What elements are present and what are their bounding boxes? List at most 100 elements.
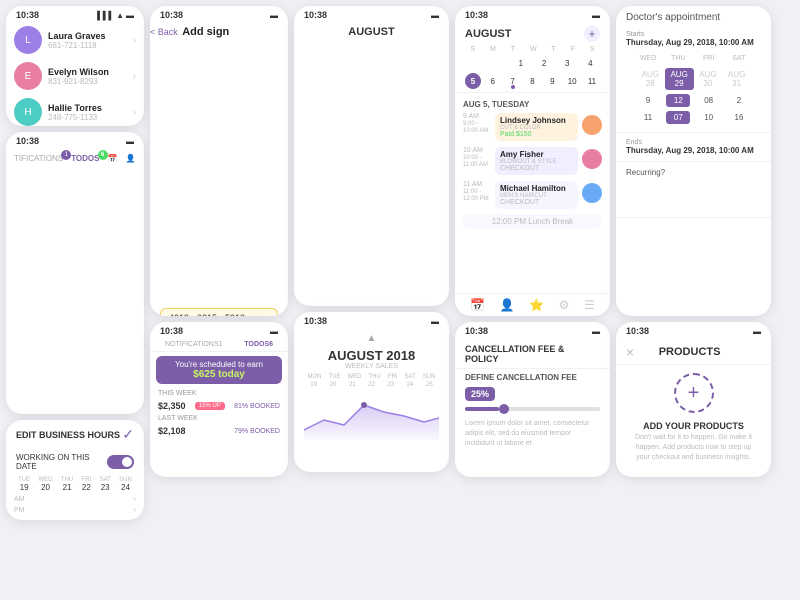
nav-menu-icon[interactable]: ☰: [584, 298, 595, 312]
day-thu: THU: [369, 374, 381, 380]
mini-cal-header: S M T W T F S: [463, 46, 602, 53]
status-bar: 10:38 ▬: [616, 322, 771, 338]
fee-slider[interactable]: [465, 407, 600, 411]
day-wed: WED: [348, 374, 362, 380]
checkout-status: CHECKOUT: [500, 199, 573, 206]
add-sign-title: Add sign: [182, 26, 229, 38]
status-time: 10:38: [160, 326, 183, 336]
cal-day-selected[interactable]: 5: [465, 73, 481, 89]
cal-label: WED20: [39, 477, 53, 492]
slot-time: 10 AM10:00 - 11:00 AM: [463, 147, 491, 168]
col-header-wed: WED: [636, 53, 660, 64]
wifi-icon: ▲: [116, 11, 124, 20]
cal-day: 3: [559, 55, 575, 71]
cal-cell[interactable]: 11: [636, 111, 660, 124]
client-name: Amy Fisher: [500, 150, 573, 159]
chevron-down-icon[interactable]: ›: [134, 496, 136, 503]
day-s: S: [470, 46, 475, 53]
status-time: 10:38: [465, 10, 488, 20]
notifications-card: 10:38 ▬ TIFICATIONS 1 TODOS 6 📅 👤 ☰ TUE2…: [6, 132, 144, 414]
battery-icon: ▬: [270, 11, 278, 20]
cal-day: 2: [536, 55, 552, 71]
contact-item[interactable]: E Evelyn Wilson 831-921-8293 ›: [6, 58, 144, 94]
slot-card: Amy Fisher BLOWOUT & STYLE CHECKOUT: [495, 147, 578, 175]
last-booking-row: $2,108 79% BOOKED: [150, 424, 288, 438]
day-sat: SAT: [405, 374, 416, 380]
chart-month: AUGUST 2018: [304, 348, 439, 363]
appointment-slot: 10 AM10:00 - 11:00 AM Amy Fisher BLOWOUT…: [455, 145, 610, 177]
ends-value: Thursday, Aug 29, 2018, 10:00 AM: [626, 146, 761, 155]
day-mon: MON: [308, 374, 322, 380]
cal-cell-selected[interactable]: 12: [666, 94, 690, 107]
slider-thumb[interactable]: [499, 404, 509, 414]
nav-person-icon[interactable]: 👤: [500, 298, 515, 312]
date-23: 23: [387, 382, 394, 388]
day-fri: FRI: [388, 374, 398, 380]
status-bar: 10:38 ▬: [294, 6, 449, 22]
tab-todos[interactable]: TODOS 6: [67, 152, 103, 414]
cal-day: 10: [564, 73, 580, 89]
cal-cell[interactable]: 9: [636, 94, 660, 107]
lunch-break: 12:00 PM Lunch Break: [463, 214, 602, 229]
cal-day: 8: [524, 73, 540, 89]
chart-container: ▲ AUGUST 2018 WEEKLY SALES MON TUE WED T…: [294, 328, 449, 440]
contact-info: Hallie Torres 248-775-1133: [48, 103, 127, 122]
plus-icon: +: [688, 382, 700, 405]
cal-cell[interactable]: 2: [727, 94, 751, 107]
biz-check-icon[interactable]: ✓: [122, 426, 134, 443]
status-time: 10:38: [16, 10, 39, 20]
cal-cell[interactable]: 10: [697, 111, 721, 124]
back-button[interactable]: < Back: [150, 27, 178, 37]
add-appointment-button[interactable]: +: [584, 26, 600, 42]
cal-day: [467, 55, 483, 71]
biz-hours-title: EDIT BUSINESS HOURS: [16, 430, 120, 440]
apt-title: Doctor's appointment: [616, 6, 771, 27]
tab-settings[interactable]: ☰: [139, 152, 144, 414]
august-calendar-card: 10:38 ▬ AUGUST + S M T W T F S 1 2 3: [455, 6, 610, 316]
client-name: Michael Hamilton: [500, 184, 573, 193]
cal-grid-row1: AUG 28 AUG 29 AUG 30 AUG 31: [626, 66, 761, 92]
nav-star-icon[interactable]: ⭐: [529, 298, 544, 312]
chevron-down-icon[interactable]: ›: [134, 507, 136, 514]
contacts-card: 10:38 ▌▌▌ ▲ ▬ L Laura Graves 681-721-111…: [6, 6, 144, 126]
day-m: M: [490, 46, 496, 53]
cal-grid-row3: 11 07 10 16: [626, 109, 761, 126]
starts-section: Starts Thursday, Aug 29, 2018, 10:00 AM: [626, 31, 761, 47]
nav-calendar-icon[interactable]: 📅: [470, 298, 485, 312]
cancellation-fee-card: 10:38 ▬ CANCELLATION FEE & POLICY DEFINE…: [455, 322, 610, 477]
tab-notifications[interactable]: NOTIFICATIONS1: [165, 341, 222, 348]
day-t: T: [511, 46, 515, 53]
cal-cell-selected[interactable]: 07: [666, 111, 690, 124]
cal-label: FRI22: [82, 477, 92, 492]
mini-calendar-row: TUE19 WED20 THU21 FRI22 SAT23 SUN24: [6, 475, 144, 494]
col-header-fri: FRI: [697, 53, 721, 64]
cal-cell-aug31: AUG 31: [722, 68, 751, 90]
last-week-val: $2,108: [158, 426, 186, 436]
business-hours-card: EDIT BUSINESS HOURS ✓ WORKING ON THIS DA…: [6, 420, 144, 520]
appointment-slot: 9 AM9:00 - 10:00 AM Lindsey Johnson CUT …: [455, 111, 610, 143]
nav-settings-icon[interactable]: ⚙: [559, 298, 570, 312]
cal-cell-aug29[interactable]: AUG 29: [665, 68, 694, 90]
cal-cell[interactable]: 08: [697, 94, 721, 107]
contact-item[interactable]: H Hallie Torres 248-775-1133 ›: [6, 94, 144, 126]
this-week-label: THIS WEEK: [150, 388, 288, 399]
tab-person[interactable]: 👤: [121, 152, 139, 414]
cal-week1: 1 2 3 4: [463, 55, 602, 71]
cal-label: SAT23: [100, 477, 111, 492]
cal-cell[interactable]: 16: [727, 111, 751, 124]
tab-notifications[interactable]: TIFICATIONS 1: [10, 152, 67, 414]
am-label: AM: [14, 496, 25, 503]
cal-cell-aug30: AUG 30: [694, 68, 723, 90]
tab-todos[interactable]: TODOS6: [244, 341, 273, 348]
day-tue: TUE: [329, 374, 341, 380]
add-product-button[interactable]: +: [674, 373, 714, 413]
col-header-thu: THU: [666, 53, 690, 64]
contact-item[interactable]: L Laura Graves 681-721-1118 ›: [6, 22, 144, 58]
tab-calendar[interactable]: 📅: [104, 152, 122, 414]
status-bar: 10:38 ▬: [150, 322, 288, 338]
status-icons: ▬: [592, 11, 600, 20]
close-button[interactable]: ×: [626, 344, 634, 360]
recurring-label: Recurring?: [626, 168, 761, 177]
toggle-switch[interactable]: [107, 455, 134, 469]
nav-arrow-up[interactable]: ▲: [304, 328, 439, 346]
